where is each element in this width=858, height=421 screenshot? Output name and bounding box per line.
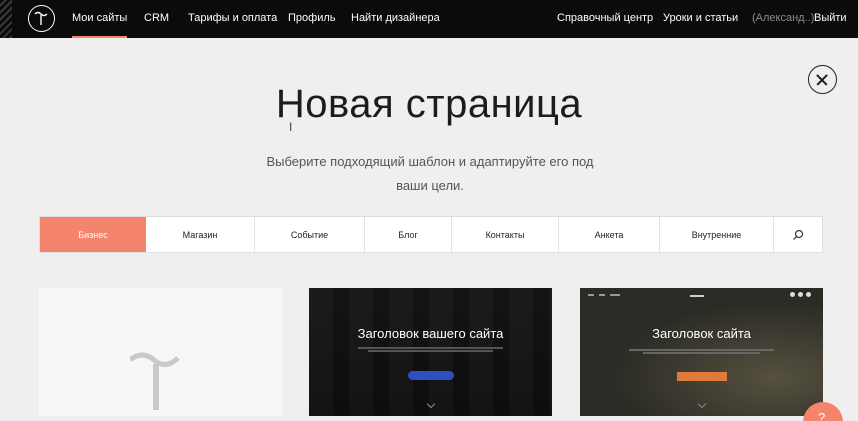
nav-tariffs[interactable]: Тарифы и оплата — [188, 12, 277, 24]
nav-crm[interactable]: CRM — [144, 12, 169, 24]
nav-my-sites[interactable]: Мои сайты — [72, 12, 128, 38]
template-card-photo[interactable]: Заголовок сайта — [580, 288, 823, 416]
social-icon — [790, 292, 795, 297]
tab-business[interactable]: Бизнес — [40, 217, 146, 252]
template-card-button — [677, 372, 727, 381]
category-tabs: Бизнес Магазин Событие Блог Контакты Анк… — [39, 216, 823, 253]
zigzag-decoration — [0, 0, 12, 38]
chevron-down-icon — [697, 399, 706, 409]
tab-contacts[interactable]: Контакты — [452, 217, 559, 252]
subtitle-line-2: ваши цели. — [396, 178, 464, 193]
tilda-logo-icon — [130, 352, 180, 410]
page-title: Новая страница — [275, 82, 583, 126]
text-cursor-icon: I — [289, 120, 293, 134]
tab-internal[interactable]: Внутренние — [660, 217, 774, 252]
template-card-description — [357, 346, 504, 353]
nav-logout[interactable]: Выйти — [814, 12, 847, 24]
search-icon[interactable] — [774, 217, 822, 252]
template-card-logo — [690, 293, 704, 298]
template-card-blank[interactable] — [39, 288, 282, 416]
template-card-dark[interactable]: Заголовок вашего сайта — [309, 288, 552, 416]
template-card-button — [408, 371, 454, 380]
template-card-title: Заголовок вашего сайта — [357, 326, 504, 341]
nav-user-name[interactable]: (Александ..) — [752, 12, 814, 24]
template-card-description — [628, 348, 775, 355]
social-icon — [798, 292, 803, 297]
page-subtitle: Выберите подходящий шаблон и адаптируйте… — [250, 150, 610, 198]
social-icon — [806, 292, 811, 297]
template-card-title: Заголовок сайта — [652, 326, 751, 341]
nav-find-designer[interactable]: Найти дизайнера — [351, 12, 440, 24]
tab-blog[interactable]: Блог — [365, 217, 452, 252]
subtitle-line-1: Выберите подходящий шаблон и адаптируйте… — [266, 154, 594, 169]
chevron-down-icon — [426, 399, 435, 409]
nav-profile[interactable]: Профиль — [288, 12, 336, 24]
tab-form[interactable]: Анкета — [559, 217, 660, 252]
tilda-logo-icon[interactable] — [28, 5, 55, 32]
nav-lessons[interactable]: Уроки и статьи — [663, 12, 738, 24]
tab-event[interactable]: Событие — [255, 217, 365, 252]
top-navigation-bar: Мои сайты CRM Тарифы и оплата Профиль На… — [0, 0, 858, 38]
template-card-menu — [588, 293, 620, 297]
tab-shop[interactable]: Магазин — [146, 217, 255, 252]
nav-help-center[interactable]: Справочный центр — [557, 12, 653, 24]
